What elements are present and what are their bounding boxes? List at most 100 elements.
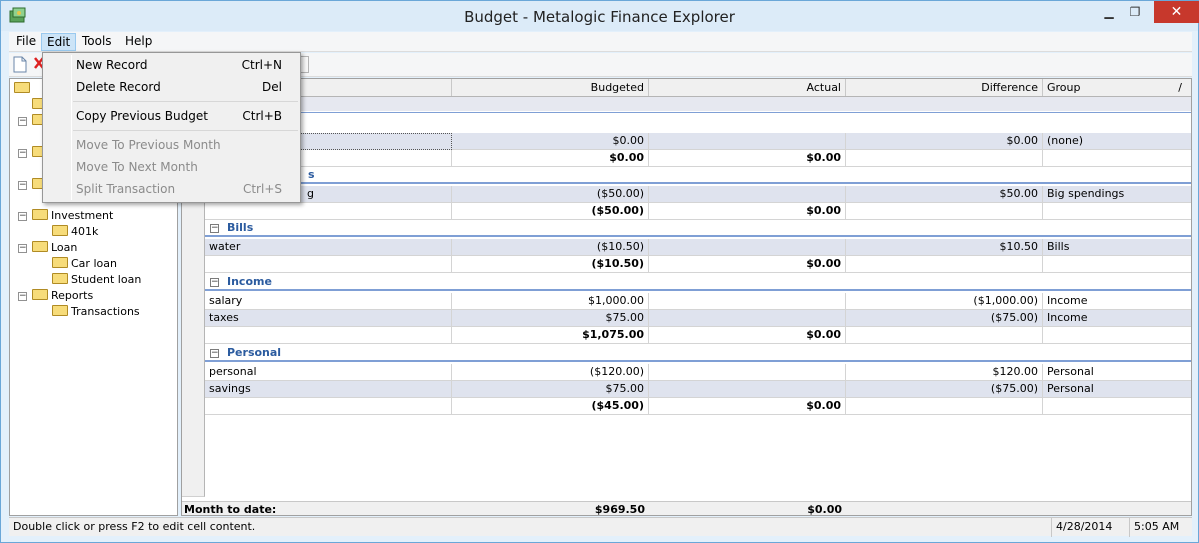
tree-item-car-loan[interactable]: Car loan	[52, 256, 117, 272]
cell-difference[interactable]: $50.00	[846, 186, 1043, 203]
cell-actual[interactable]	[649, 293, 846, 310]
menu-item-shortcut: Ctrl+N	[241, 58, 282, 72]
table-row[interactable]: water ($10.50) $10.50 Bills	[205, 239, 1191, 256]
tree-item-student-loan[interactable]: Student loan	[52, 272, 141, 288]
cell-group[interactable]: Bills	[1043, 239, 1191, 256]
tree-item-label: Transactions	[71, 305, 140, 318]
tree-item-label: Car loan	[71, 257, 117, 270]
tree-item-transactions[interactable]: Transactions	[52, 304, 140, 320]
column-header-actual[interactable]: Actual	[649, 79, 846, 96]
tree-item-loan[interactable]: Loan	[32, 240, 77, 256]
collapse-icon[interactable]: −	[210, 224, 219, 233]
cell-category[interactable]: savings	[205, 381, 452, 398]
cell-group[interactable]: Income	[1043, 293, 1191, 310]
tree-item-401k[interactable]: 401k	[52, 224, 98, 240]
cell-actual[interactable]	[649, 239, 846, 256]
cell-group[interactable]: Personal	[1043, 381, 1191, 398]
cell-difference	[846, 150, 1043, 167]
cell-category[interactable]: taxes	[205, 310, 452, 327]
table-row[interactable]: taxes $75.00 ($75.00) Income	[205, 310, 1191, 327]
total-row: ($50.00) $0.00	[205, 203, 1191, 220]
cell-budgeted[interactable]: $1,000.00	[452, 293, 649, 310]
folder-icon	[32, 241, 48, 252]
table-row[interactable]: salary $1,000.00 ($1,000.00) Income	[205, 293, 1191, 310]
maximize-button[interactable]: ❐	[1122, 1, 1148, 23]
collapse-icon[interactable]: −	[18, 212, 27, 221]
cell-actual[interactable]	[649, 133, 846, 150]
cell-budgeted[interactable]: ($10.50)	[452, 239, 649, 256]
collapse-icon[interactable]: −	[18, 117, 27, 126]
column-header-group[interactable]: Group /	[1043, 79, 1191, 96]
collapse-icon[interactable]: −	[210, 278, 219, 287]
column-header-budgeted[interactable]: Budgeted	[452, 79, 649, 96]
cell-budgeted-total: $0.00	[452, 150, 649, 167]
menu-file[interactable]: File	[11, 33, 41, 51]
menu-item-copy-previous-budget[interactable]: Copy Previous Budget Ctrl+B	[76, 106, 298, 126]
cell-budgeted[interactable]: ($50.00)	[452, 186, 649, 203]
menu-item-delete-record[interactable]: Delete Record Del	[76, 77, 298, 97]
cell-difference[interactable]: $10.50	[846, 239, 1043, 256]
collapse-icon[interactable]: −	[210, 349, 219, 358]
tree-root-item[interactable]	[14, 81, 33, 97]
menu-bar: File Edit Tools Help	[9, 32, 1192, 52]
cell-difference[interactable]: $120.00	[846, 364, 1043, 381]
table-row[interactable]: personal ($120.00) $120.00 Personal	[205, 364, 1191, 381]
menu-item-shortcut: Del	[262, 80, 282, 94]
cell-difference[interactable]: $0.00	[846, 133, 1043, 150]
edit-menu-dropdown: New Record Ctrl+N Delete Record Del Copy P…	[42, 52, 301, 203]
new-document-icon[interactable]	[13, 56, 27, 73]
collapse-icon[interactable]: −	[18, 244, 27, 253]
cell-category	[205, 398, 452, 415]
collapse-icon[interactable]: −	[18, 292, 27, 301]
cell-group[interactable]: Big spendings	[1043, 186, 1191, 203]
cell-category[interactable]: water	[205, 239, 452, 256]
month-to-date-row: Month to date: $969.50 $0.00	[182, 501, 1191, 516]
cell-budgeted[interactable]: $75.00	[452, 310, 649, 327]
group-header-income[interactable]: − Income	[205, 274, 1191, 291]
collapse-icon[interactable]: −	[18, 181, 27, 190]
cell-group	[1043, 327, 1191, 344]
menu-item-label: Copy Previous Budget	[76, 109, 208, 123]
cell-group[interactable]: Personal	[1043, 364, 1191, 381]
menu-help[interactable]: Help	[120, 33, 157, 51]
cell-category-tail: g	[307, 187, 314, 200]
cell-category[interactable]: personal	[205, 364, 452, 381]
tree-item-investment[interactable]: Investment	[32, 208, 113, 224]
menu-item-label: Delete Record	[76, 80, 161, 94]
table-row[interactable]: g ($50.00) $50.00 Big spendings	[205, 186, 1191, 203]
cell-actual[interactable]	[649, 381, 846, 398]
close-button[interactable]: ✕	[1154, 1, 1199, 23]
cell-actual-total: $0.00	[649, 327, 846, 344]
collapse-icon[interactable]: −	[18, 149, 27, 158]
cell-group	[1043, 203, 1191, 220]
column-header-difference[interactable]: Difference	[846, 79, 1043, 96]
cell-difference[interactable]: ($75.00)	[846, 381, 1043, 398]
menu-tools[interactable]: Tools	[77, 33, 117, 51]
cell-difference[interactable]: ($1,000.00)	[846, 293, 1043, 310]
table-row[interactable]: savings $75.00 ($75.00) Personal	[205, 381, 1191, 398]
title-bar: Budget - Metalogic Finance Explorer ▁ ❐ …	[1, 1, 1199, 31]
cell-group[interactable]: Income	[1043, 310, 1191, 327]
cell-actual[interactable]	[649, 310, 846, 327]
cell-category[interactable]: salary	[205, 293, 452, 310]
month-to-date-label: Month to date:	[184, 503, 277, 516]
group-header-bills[interactable]: − Bills	[205, 220, 1191, 237]
cell-actual[interactable]	[649, 186, 846, 203]
menu-item-new-record[interactable]: New Record Ctrl+N	[76, 55, 298, 75]
status-hint: Double click or press F2 to edit cell co…	[13, 520, 256, 533]
cell-actual-total: $0.00	[649, 256, 846, 273]
tree-item-reports[interactable]: Reports	[32, 288, 93, 304]
cell-actual[interactable]	[649, 364, 846, 381]
table-row[interactable]: $0.00 $0.00 (none)	[205, 133, 1191, 150]
cell-budgeted[interactable]: ($120.00)	[452, 364, 649, 381]
cell-group[interactable]: (none)	[1043, 133, 1191, 150]
menu-item-label: Split Transaction	[76, 182, 176, 196]
cell-difference[interactable]: ($75.00)	[846, 310, 1043, 327]
menu-edit[interactable]: Edit	[41, 33, 77, 51]
cell-budgeted[interactable]: $0.00	[452, 133, 649, 150]
cell-budgeted[interactable]: $75.00	[452, 381, 649, 398]
group-header-personal[interactable]: − Personal	[205, 345, 1191, 362]
total-row: $0.00 $0.00	[205, 150, 1191, 167]
minimize-button[interactable]: ▁	[1096, 1, 1122, 23]
cell-actual-total: $0.00	[649, 398, 846, 415]
